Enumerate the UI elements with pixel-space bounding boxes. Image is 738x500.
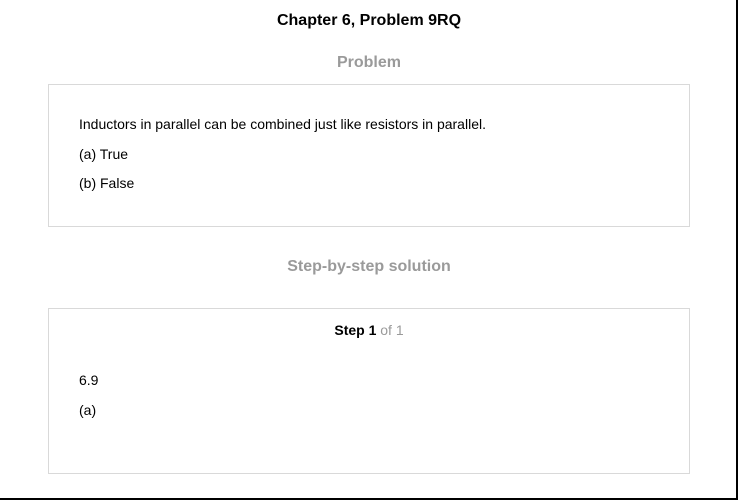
step-count: of 1 — [380, 322, 404, 338]
step-header: Step 1 of 1 — [49, 322, 689, 338]
solution-line: 6.9 — [79, 372, 99, 388]
problem-card: Inductors in parallel can be combined ju… — [48, 84, 690, 227]
solution-line: (a) — [79, 402, 97, 418]
option-a: (a) True — [79, 146, 129, 162]
option-b: (b) False — [79, 175, 135, 191]
solution-heading: Step-by-step solution — [287, 258, 451, 275]
step-label: Step 1 — [334, 322, 377, 338]
problem-statement: Inductors in parallel can be combined ju… — [79, 116, 486, 132]
solution-card: Step 1 of 1 6.9 (a) — [48, 308, 690, 474]
page-title: Chapter 6, Problem 9RQ — [276, 12, 462, 29]
problem-heading: Problem — [336, 54, 401, 71]
